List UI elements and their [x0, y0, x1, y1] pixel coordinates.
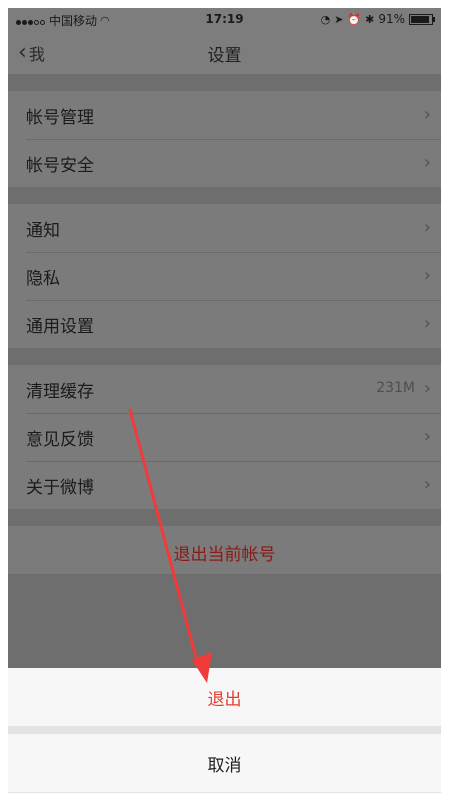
chevron-right-icon: › — [423, 265, 431, 286]
row-label: 隐私 — [26, 268, 60, 289]
chevron-right-icon: › — [423, 313, 431, 334]
exit-button[interactable]: 退出 — [8, 668, 441, 726]
status-right: ◔ ➤ ⏰ ✱ 91% — [320, 12, 435, 26]
settings-group-misc: 清理缓存 231M › 意见反馈 › 关于微博 › — [8, 365, 441, 509]
settings-row-feedback[interactable]: 意见反馈 › — [8, 413, 441, 461]
chevron-right-icon: › — [423, 217, 431, 238]
settings-list: 帐号管理 › 帐号安全 › 通知 › 隐私 › 通用设置 › 清理缓存 231M… — [8, 74, 441, 732]
settings-row-account-security[interactable]: 帐号安全 › — [8, 139, 441, 187]
settings-row-privacy[interactable]: 隐私 › — [8, 252, 441, 300]
alarm-icon: ⏰ — [347, 12, 362, 26]
action-sheet: 退出 取消 — [8, 668, 441, 793]
battery-icon — [409, 13, 435, 25]
battery-percent: 91% — [378, 12, 405, 26]
location-icon: ➤ — [334, 12, 344, 26]
settings-group-account: 帐号管理 › 帐号安全 › — [8, 91, 441, 187]
chevron-right-icon: › — [423, 378, 431, 399]
chevron-right-icon: › — [423, 104, 431, 125]
bluetooth-icon: ✱ — [365, 12, 375, 26]
logout-current-account-button[interactable]: 退出当前帐号 — [8, 526, 441, 574]
phone-screen: 中国移动 ◠ 17:19 ◔ ➤ ⏰ ✱ 91% ‹ 我 设置 帐号管理 › 帐… — [8, 8, 441, 793]
settings-row-account-management[interactable]: 帐号管理 › — [8, 91, 441, 139]
logout-label: 退出当前帐号 — [173, 545, 276, 565]
lock-rotation-icon: ◔ — [320, 12, 331, 26]
navigation-bar: ‹ 我 设置 — [8, 30, 441, 75]
chevron-right-icon: › — [423, 474, 431, 495]
row-label: 通用设置 — [26, 316, 94, 337]
cancel-button[interactable]: 取消 — [8, 734, 441, 792]
chevron-right-icon: › — [423, 152, 431, 173]
settings-row-general-settings[interactable]: 通用设置 › — [8, 300, 441, 348]
cache-size-value: 231M — [376, 380, 415, 396]
status-bar: 中国移动 ◠ 17:19 ◔ ➤ ⏰ ✱ 91% — [8, 8, 441, 30]
settings-row-notifications[interactable]: 通知 › — [8, 204, 441, 252]
battery-fill — [411, 15, 429, 23]
row-label: 意见反馈 — [26, 429, 94, 450]
page-title: 设置 — [207, 46, 242, 66]
row-label: 关于微博 — [26, 477, 94, 498]
settings-row-clear-cache[interactable]: 清理缓存 231M › — [8, 365, 441, 413]
row-label: 清理缓存 — [26, 381, 94, 402]
row-label: 通知 — [26, 220, 60, 241]
settings-group-general: 通知 › 隐私 › 通用设置 › — [8, 204, 441, 348]
settings-row-about[interactable]: 关于微博 › — [8, 461, 441, 509]
row-label: 帐号管理 — [26, 107, 94, 128]
chevron-right-icon: › — [423, 426, 431, 447]
row-label: 帐号安全 — [26, 155, 94, 176]
